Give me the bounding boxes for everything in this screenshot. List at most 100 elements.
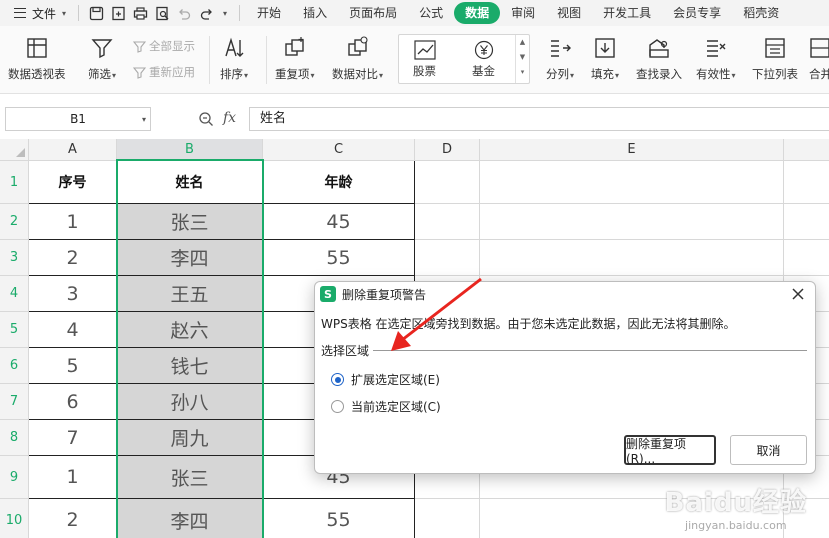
row-header[interactable]: 5 [0,312,29,348]
print-icon[interactable] [129,2,151,24]
table-cell[interactable]: 周九 [117,420,263,456]
table-cell[interactable]: 5 [29,348,117,384]
close-icon[interactable] [789,285,807,303]
empty-cell[interactable] [480,240,784,276]
save-icon[interactable] [85,2,107,24]
redo-icon[interactable] [195,2,217,24]
row-header[interactable]: 4 [0,276,29,312]
sort-button[interactable]: 排序 [220,34,248,82]
empty-cell[interactable] [480,161,784,204]
table-cell[interactable]: 4 [29,312,117,348]
empty-cell[interactable] [415,499,480,538]
stocks-button[interactable]: 股票 [413,39,436,79]
insert-function-icon[interactable]: fx [223,110,236,126]
pivot-table-button[interactable]: 数据透视表 [8,34,66,82]
data-compare-button[interactable]: 数据对比 [332,34,383,82]
table-cell[interactable]: 钱七 [117,348,263,384]
row-header[interactable]: 8 [0,420,29,456]
radio-expand-selection[interactable]: 扩展选定区域(E) [331,371,440,388]
table-cell[interactable]: 1 [29,456,117,499]
table-cell[interactable]: 2 [29,240,117,276]
empty-cell[interactable] [415,204,480,240]
print-preview-icon[interactable] [151,2,173,24]
table-cell[interactable]: 55 [263,499,415,538]
table-cell[interactable]: 55 [263,240,415,276]
column-header-c[interactable]: C [263,139,415,161]
table-header-cell[interactable]: 年龄 [263,161,415,204]
table-cell[interactable]: 1 [29,204,117,240]
column-header-b[interactable]: B [117,139,263,161]
chevron-down-icon[interactable]: ▾ [142,115,146,124]
tab-developer[interactable]: 开发工具 [592,2,662,24]
table-header-cell[interactable]: 姓名 [117,161,263,204]
quick-access-more-icon[interactable]: ▾ [223,9,227,18]
reapply-button[interactable]: 重新应用 [133,64,195,80]
table-cell[interactable]: 赵六 [117,312,263,348]
table-cell[interactable]: 2 [29,499,117,538]
table-cell[interactable]: 7 [29,420,117,456]
table-cell[interactable]: 张三 [117,456,263,499]
tab-review[interactable]: 审阅 [500,2,546,24]
funds-button[interactable]: 基金 [472,39,495,79]
table-cell[interactable]: 李四 [117,240,263,276]
table-cell[interactable]: 45 [263,204,415,240]
table-cell[interactable]: 6 [29,384,117,420]
row-header[interactable]: 2 [0,204,29,240]
column-header-a[interactable]: A [29,139,117,161]
filter-button[interactable]: 筛选 [88,34,116,82]
empty-cell[interactable] [480,204,784,240]
gallery-scroll[interactable]: ▲ ▼ ▾ [515,35,529,83]
select-all-corner[interactable] [0,139,29,161]
table-cell[interactable]: 张三 [117,204,263,240]
export-pdf-icon[interactable] [107,2,129,24]
tab-home[interactable]: 开始 [246,2,292,24]
empty-cell[interactable] [415,161,480,204]
undo-icon[interactable] [173,2,195,24]
empty-cell[interactable] [784,240,829,276]
tab-insert[interactable]: 插入 [292,2,338,24]
duplicates-button[interactable]: 重复项 [275,34,315,82]
row-header[interactable]: 7 [0,384,29,420]
split-column-button[interactable]: 分列 [546,34,574,82]
cancel-button[interactable]: 取消 [730,435,807,465]
radio-current-selection[interactable]: 当前选定区域(C) [331,398,441,415]
table-cell[interactable]: 3 [29,276,117,312]
tab-docer[interactable]: 稻壳资 [732,2,790,24]
tab-formulas[interactable]: 公式 [408,2,454,24]
table-cell[interactable]: 孙八 [117,384,263,420]
validity-button[interactable]: 有效性 [696,34,736,82]
row-header[interactable]: 6 [0,348,29,384]
empty-cell[interactable] [415,240,480,276]
row-header[interactable]: 9 [0,456,29,499]
tab-page-layout[interactable]: 页面布局 [338,2,408,24]
dropdown-list-button[interactable]: 下拉列表 [752,34,798,82]
empty-cell[interactable] [480,499,784,538]
formula-input[interactable]: 姓名 [249,107,829,131]
radio-dot[interactable] [331,400,344,413]
row-header[interactable]: 3 [0,240,29,276]
table-cell[interactable]: 李四 [117,499,263,538]
file-menu[interactable]: 文件 ▾ [0,0,72,26]
empty-cell[interactable] [784,499,829,538]
fill-button[interactable]: 填充 [591,34,619,82]
column-header-d[interactable]: D [415,139,480,161]
zoom-formula-icon[interactable] [198,111,214,130]
column-header-e[interactable]: E [480,139,784,161]
table-header-cell[interactable]: 序号 [29,161,117,204]
remove-duplicates-button[interactable]: 删除重复项(R)... [624,435,716,466]
hamburger-icon [14,8,26,18]
radio-dot-selected[interactable] [331,373,344,386]
table-cell[interactable]: 王五 [117,276,263,312]
name-box[interactable]: B1 ▾ [5,107,151,131]
row-header[interactable]: 10 [0,499,29,538]
merge-button[interactable]: 合并 [809,34,829,82]
tab-view[interactable]: 视图 [546,2,592,24]
row-header[interactable]: 1 [0,161,29,204]
empty-cell[interactable] [784,204,829,240]
tab-member[interactable]: 会员专享 [662,2,732,24]
column-header-f[interactable] [784,139,829,161]
find-entry-button[interactable]: 查找录入 [636,34,682,82]
empty-cell[interactable] [784,161,829,204]
show-all-button[interactable]: 全部显示 [133,38,195,54]
tab-data[interactable]: 数据 [454,2,501,24]
